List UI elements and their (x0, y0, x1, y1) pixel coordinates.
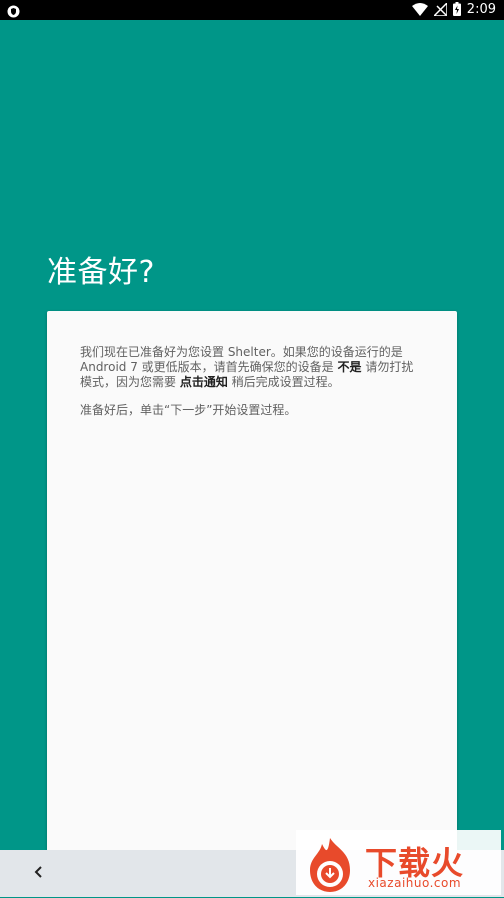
setup-card: 我们现在已准备好为您设置 Shelter。如果您的设备运行的是 Android … (47, 311, 457, 871)
status-time: 2:09 (466, 2, 496, 17)
no-signal-icon (431, 0, 448, 20)
watermark: 下载火 xiazaihuo.com (296, 830, 501, 895)
battery-charging-icon (452, 1, 461, 20)
intro-text-3: 稍后完成设置过程。 (227, 375, 340, 389)
intro-bold-tap-notification: 点击通知 (179, 375, 228, 389)
card-content: 我们现在已准备好为您设置 Shelter。如果您的设备运行的是 Android … (80, 345, 425, 431)
back-button[interactable] (28, 862, 50, 884)
flame-logo-icon (300, 834, 360, 898)
ready-paragraph: 准备好后，单击“下一步”开始设置过程。 (80, 403, 297, 417)
intro-paragraph: 我们现在已准备好为您设置 Shelter。如果您的设备运行的是 Android … (80, 345, 425, 390)
status-icons: 2:09 (411, 0, 496, 20)
page-title: 准备好? (47, 255, 155, 290)
chevron-left-icon (34, 864, 44, 883)
wifi-icon (411, 1, 428, 20)
shield-icon (7, 3, 20, 22)
intro-bold-not: 不是 (337, 360, 362, 374)
status-bar: 2:09 (0, 0, 504, 20)
watermark-url: xiazaihuo.com (368, 876, 462, 890)
